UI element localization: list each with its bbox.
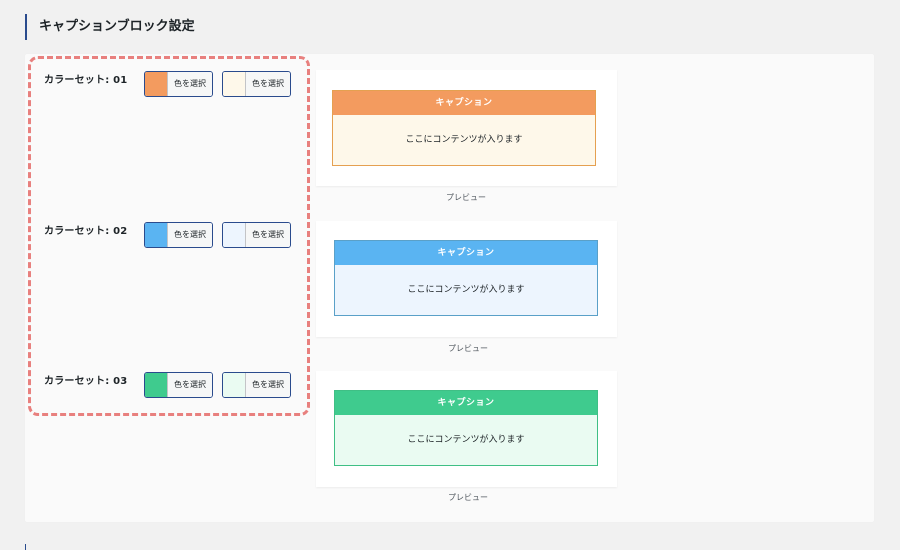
color-set-03-preview-card: キャプション ここにコンテンツが入ります <box>316 371 617 487</box>
caption-block-preview: キャプション ここにコンテンツが入ります <box>332 90 596 166</box>
color-set-03-label: カラーセット: 03 <box>44 376 128 387</box>
caption-content: ここにコンテンツが入ります <box>335 415 597 465</box>
caption-heading: キャプション <box>335 391 597 415</box>
color-swatch <box>223 373 246 397</box>
color-set-03-secondary-picker[interactable]: 色を選択 <box>222 372 291 398</box>
section-title: キャプションブロック設定 <box>25 14 195 40</box>
color-swatch <box>223 223 246 247</box>
caption-content: ここにコンテンツが入ります <box>335 265 597 315</box>
color-swatch <box>145 72 168 96</box>
preview-label: プレビュー <box>448 344 488 353</box>
color-set-02-secondary-picker[interactable]: 色を選択 <box>222 222 291 248</box>
caption-heading: キャプション <box>335 241 597 265</box>
color-swatch <box>145 373 168 397</box>
select-color-label: 色を選択 <box>246 373 290 397</box>
next-section-marker <box>25 544 26 550</box>
preview-label: プレビュー <box>446 193 486 202</box>
select-color-label: 色を選択 <box>246 72 290 96</box>
color-set-02-label: カラーセット: 02 <box>44 226 128 237</box>
caption-heading: キャプション <box>333 91 595 115</box>
color-set-03-primary-picker[interactable]: 色を選択 <box>144 372 213 398</box>
color-set-01-preview-card: キャプション ここにコンテンツが入ります <box>316 70 617 186</box>
color-set-02-preview-card: キャプション ここにコンテンツが入ります <box>316 221 617 337</box>
caption-block-preview: キャプション ここにコンテンツが入ります <box>334 390 598 466</box>
select-color-label: 色を選択 <box>168 373 212 397</box>
preview-label: プレビュー <box>448 493 488 502</box>
color-swatch <box>223 72 246 96</box>
select-color-label: 色を選択 <box>168 223 212 247</box>
color-set-01-secondary-picker[interactable]: 色を選択 <box>222 71 291 97</box>
color-set-01-primary-picker[interactable]: 色を選択 <box>144 71 213 97</box>
caption-content: ここにコンテンツが入ります <box>333 115 595 165</box>
caption-block-preview: キャプション ここにコンテンツが入ります <box>334 240 598 316</box>
select-color-label: 色を選択 <box>246 223 290 247</box>
select-color-label: 色を選択 <box>168 72 212 96</box>
color-set-02-primary-picker[interactable]: 色を選択 <box>144 222 213 248</box>
color-swatch <box>145 223 168 247</box>
color-set-01-label: カラーセット: 01 <box>44 75 128 86</box>
